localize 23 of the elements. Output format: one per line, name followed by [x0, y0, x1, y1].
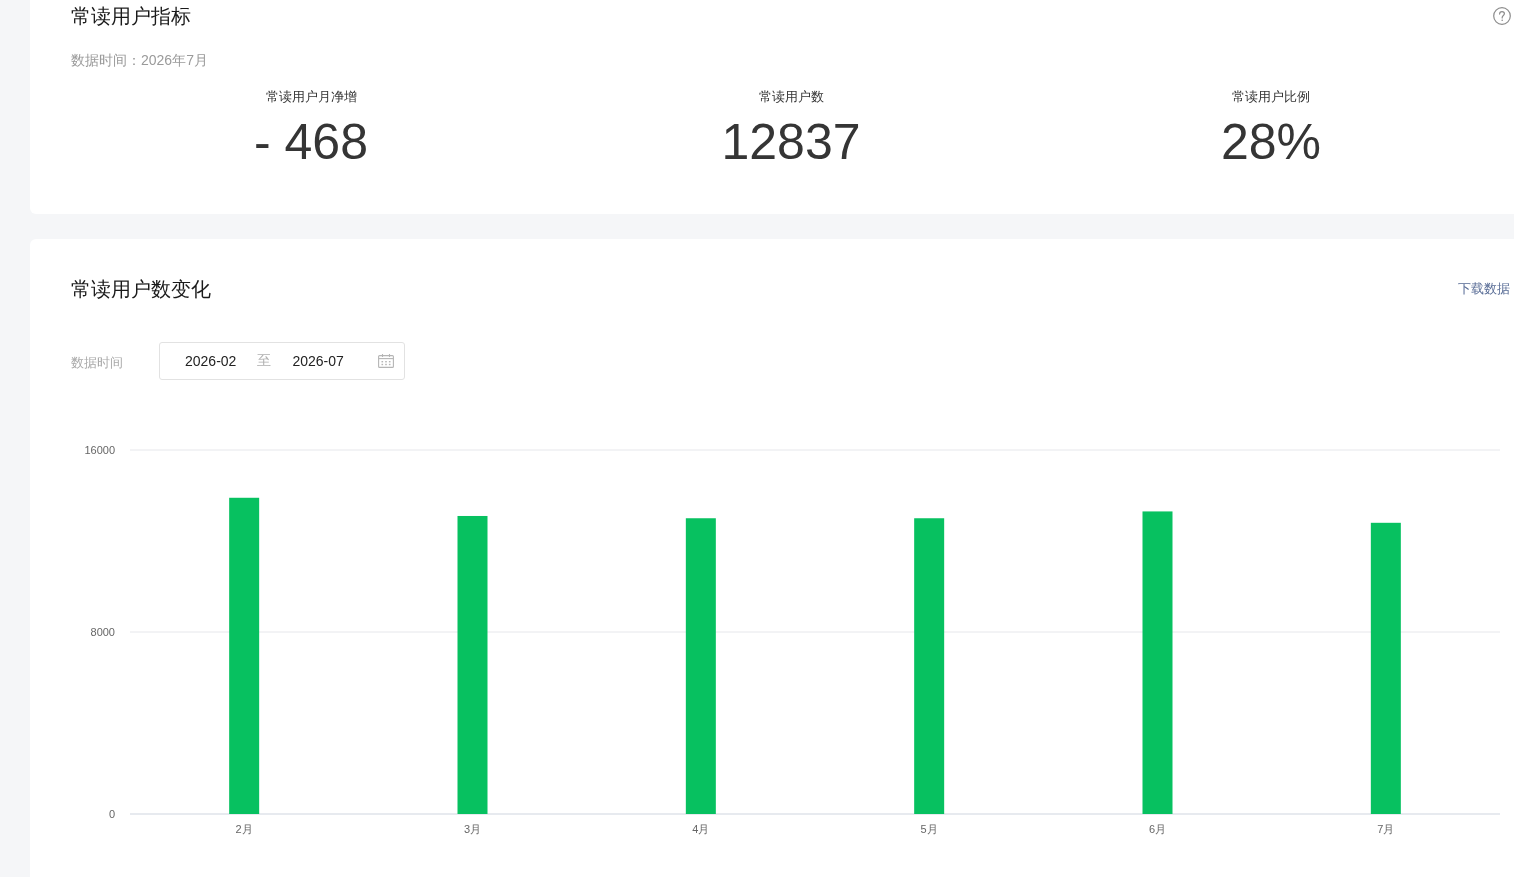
- download-link[interactable]: 下载数据: [1458, 279, 1510, 299]
- metric-value: 28%: [1220, 113, 1322, 172]
- calendar-icon: [378, 354, 394, 368]
- y-axis-label: 8000: [90, 626, 115, 638]
- x-axis-label: 7月: [1377, 823, 1395, 835]
- x-axis-label: 2月: [235, 823, 253, 835]
- metric-label: 常读用户月净增: [265, 88, 357, 106]
- metric-label: 常读用户比例: [1232, 88, 1310, 106]
- data-time-text: 数据时间：2026年7月: [71, 51, 208, 70]
- x-axis-label: 6月: [1148, 823, 1167, 835]
- metric-value: 12837: [721, 113, 861, 172]
- card-title: 常读用户指标: [71, 4, 191, 29]
- metric-label: 常读用户数: [758, 88, 824, 106]
- x-axis-label: 4月: [692, 823, 710, 835]
- card-title: 常读用户数变化: [71, 277, 211, 302]
- y-axis-label: 0: [108, 808, 115, 820]
- y-axis-label: 16000: [84, 444, 115, 456]
- filter-label: 数据时间: [71, 354, 123, 372]
- date-range-field[interactable]: 2026-02 至 2026-07: [159, 342, 405, 380]
- metric-value: - 468: [254, 113, 368, 172]
- x-axis-label: 5月: [920, 823, 938, 835]
- help-icon[interactable]: [1493, 7, 1511, 25]
- x-axis-label: 3月: [463, 823, 482, 835]
